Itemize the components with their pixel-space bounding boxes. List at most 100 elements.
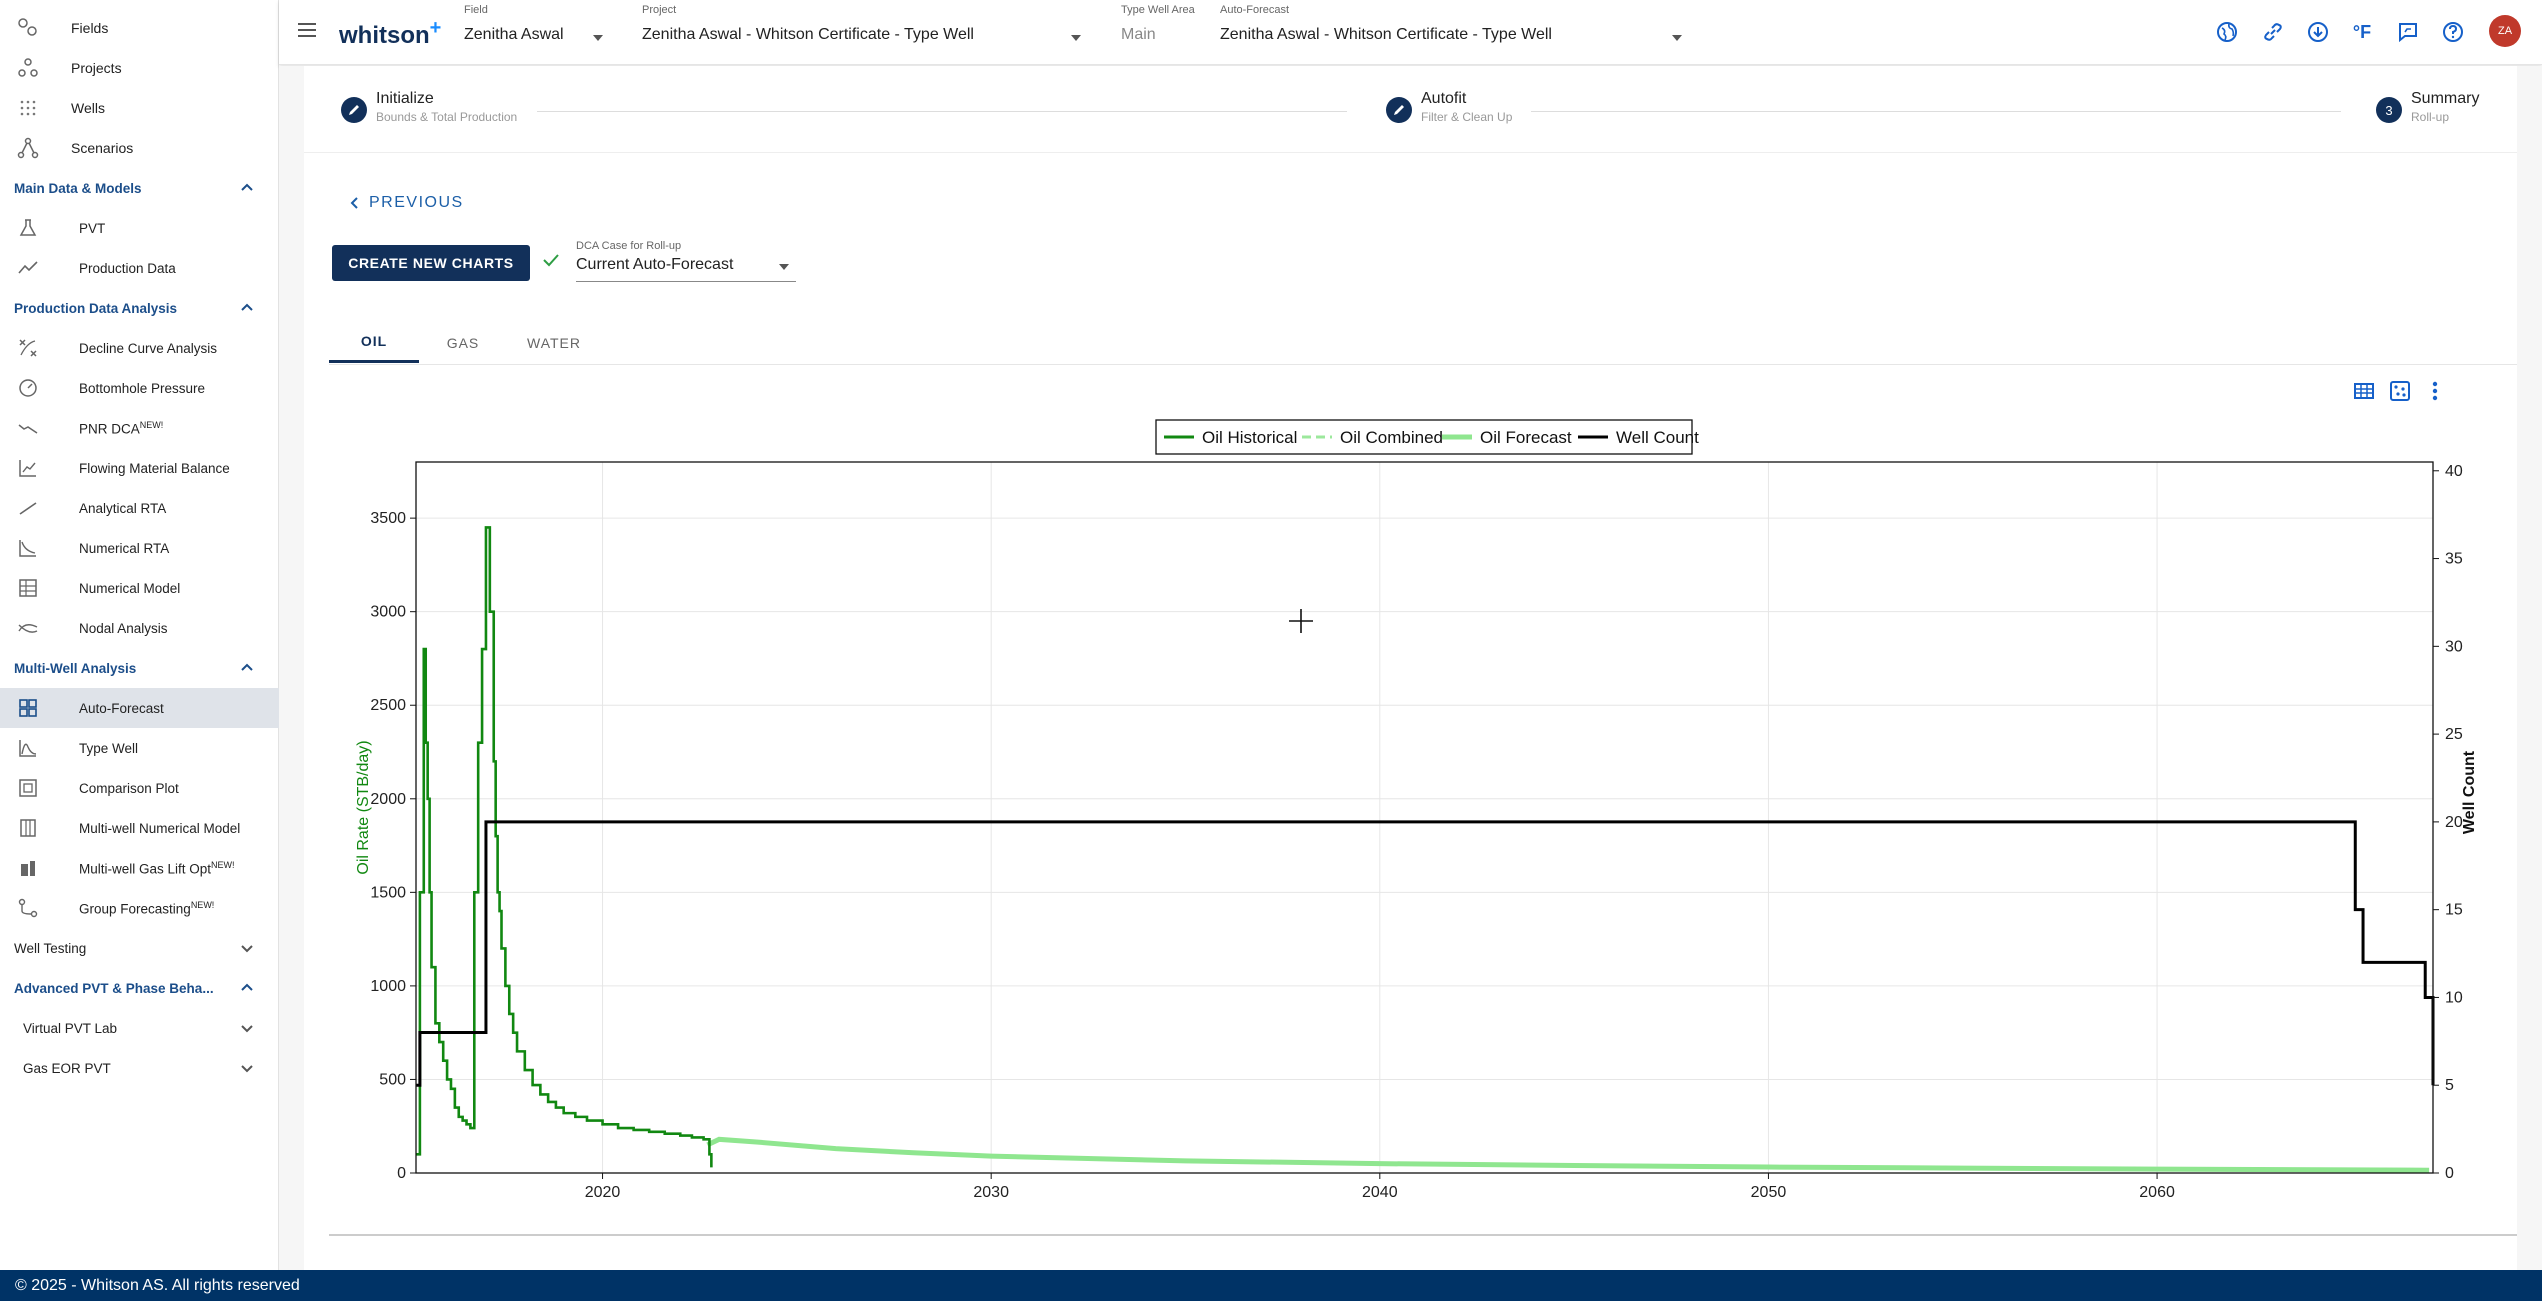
grid-model-icon [16,576,40,600]
download-icon[interactable] [2306,20,2330,44]
sidebar-item-type-well[interactable]: Type Well [0,728,279,768]
section-title: Production Data Analysis [14,300,178,316]
dashboard-icon [16,696,40,720]
columns-icon [16,816,40,840]
sidebar-item-group-forecasting[interactable]: Group ForecastingNEW! [0,888,279,928]
logo-text: whitson [339,22,430,49]
sidebar-item-scenarios[interactable]: Scenarios [0,128,279,168]
step-autofit[interactable]: Autofit Filter & Clean Up [1386,90,1512,124]
temperature-unit-icon[interactable]: °F [2350,20,2374,44]
pnr-dca-label: PNR DCA [79,421,140,437]
project-select[interactable]: Project Zenitha Aswal - Whitson Certific… [642,4,1092,44]
edit-icon [1386,97,1412,123]
project-value: Zenitha Aswal - Whitson Certificate - Ty… [642,26,974,43]
new-badge: NEW! [211,859,235,870]
previous-button[interactable]: PREVIOUS [349,194,464,212]
create-label: CREATE NEW CHARTS [348,255,514,271]
chevron-down-icon [241,945,253,953]
stepper-divider [304,152,2517,153]
section-production-data-analysis[interactable]: Production Data Analysis [0,288,279,328]
sidebar-item-numerical-model[interactable]: Numerical Model [0,568,279,608]
content-panel: Initialize Bounds & Total Production Aut… [304,66,2517,1270]
app-logo[interactable]: whitson+ [339,17,441,50]
sidebar-item-label: PVT [79,220,106,236]
tab-label: OIL [360,333,388,349]
step-title: Autofit [1421,90,1467,107]
group-icon [16,896,40,920]
sidebar-item-label: Bottomhole Pressure [79,380,206,396]
gauge-icon [16,376,40,400]
table-icon[interactable] [2352,379,2376,403]
section-well-testing[interactable]: Well Testing [0,928,279,968]
sidebar-item-pnr-dca[interactable]: PNR DCANEW! [0,408,279,448]
group-forecasting-label: Group Forecasting [79,901,191,917]
sidebar-item-bhp[interactable]: Bottomhole Pressure [0,368,279,408]
section-multi-well-analysis[interactable]: Multi-Well Analysis [0,648,279,688]
chevron-up-icon [241,183,253,191]
step-initialize[interactable]: Initialize Bounds & Total Production [341,90,517,124]
main-area: Initialize Bounds & Total Production Aut… [279,66,2542,1270]
sidebar-item-auto-forecast[interactable]: Auto-Forecast [0,688,279,728]
tab-oil[interactable]: OIL [329,322,419,363]
dca-caption: DCA Case for Roll-up [576,240,682,252]
caret-down-icon [593,35,603,41]
field-caption: Field [464,4,488,16]
sidebar-item-pvt[interactable]: PVT [0,208,279,248]
rta-icon [16,536,40,560]
comparison-icon [16,776,40,800]
chevron-left-icon [350,197,358,209]
sidebar-item-label: Numerical Model [79,580,181,596]
sidebar-item-label: Numerical RTA [79,540,170,556]
help-icon[interactable] [2441,20,2465,44]
avatar[interactable]: ZA [2489,15,2521,47]
step-summary[interactable]: 3 Summary Roll-up [2376,90,2479,124]
sidebar-item-mw-numerical-model[interactable]: Multi-well Numerical Model [0,808,279,848]
menu-icon[interactable] [297,22,317,38]
wells-icon [16,96,40,120]
project-caption: Project [642,4,677,16]
sidebar-item-label: Comparison Plot [79,780,179,796]
sidebar-item-label: Fields [71,20,109,36]
section-virtual-pvt-lab[interactable]: Virtual PVT Lab [0,1008,279,1048]
sidebar-item-label: Projects [71,60,122,76]
sidebar-item-label: Group ForecastingNEW! [79,900,214,917]
link-icon[interactable] [2261,20,2285,44]
temp-unit-text: °F [2352,21,2372,42]
gas-lift-icon [16,856,40,880]
sidebar-item-dca[interactable]: Decline Curve Analysis [0,328,279,368]
sidebar-item-label: Nodal Analysis [79,620,168,636]
sidebar-item-production-data[interactable]: Production Data [0,248,279,288]
sidebar-item-comparison-plot[interactable]: Comparison Plot [0,768,279,808]
sidebar-item-projects[interactable]: Projects [0,48,279,88]
dca-case-select[interactable]: DCA Case for Roll-up Current Auto-Foreca… [576,240,796,282]
step-connector [1531,111,2341,112]
sidebar-item-fields[interactable]: Fields [0,8,279,48]
sidebar-item-label: Wells [71,100,105,116]
section-advanced-pvt[interactable]: Advanced PVT & Phase Beha... [0,968,279,1008]
sidebar-item-label: Analytical RTA [79,500,167,516]
section-main-data-models[interactable]: Main Data & Models [0,168,279,208]
caret-down-icon [1071,35,1081,41]
sidebar-item-numerical-rta[interactable]: Numerical RTA [0,528,279,568]
field-select[interactable]: Field Zenitha Aswal [464,4,614,44]
create-new-charts-button[interactable]: CREATE NEW CHARTS [332,245,530,281]
sidebar-item-mw-gas-lift[interactable]: Multi-well Gas Lift OptNEW! [0,848,279,888]
sidebar-item-nodal-analysis[interactable]: Nodal Analysis [0,608,279,648]
gas-lift-label: Multi-well Gas Lift Opt [79,861,212,877]
feedback-icon[interactable] [2396,20,2420,44]
sidebar-item-fmb[interactable]: Flowing Material Balance [0,448,279,488]
scatter-settings-icon[interactable] [2388,379,2412,403]
tab-gas[interactable]: GAS [428,322,498,363]
auto-forecast-select[interactable]: Auto-Forecast Zenitha Aswal - Whitson Ce… [1220,4,1670,44]
sidebar-item-wells[interactable]: Wells [0,88,279,128]
more-vert-icon[interactable] [2423,379,2447,403]
logo-plus: + [429,17,442,39]
section-gas-eor-pvt[interactable]: Gas EOR PVT [0,1048,279,1088]
chart-bottom-divider [329,1234,2517,1236]
type-well-area-select[interactable]: Type Well Area Main [1121,4,1211,44]
tab-water[interactable]: WATER [514,322,594,363]
footer-text: © 2025 - Whitson AS. All rights reserved [15,1276,300,1294]
globe-icon[interactable] [2215,20,2239,44]
tab-label: GAS [446,334,480,351]
sidebar-item-analytical-rta[interactable]: Analytical RTA [0,488,279,528]
